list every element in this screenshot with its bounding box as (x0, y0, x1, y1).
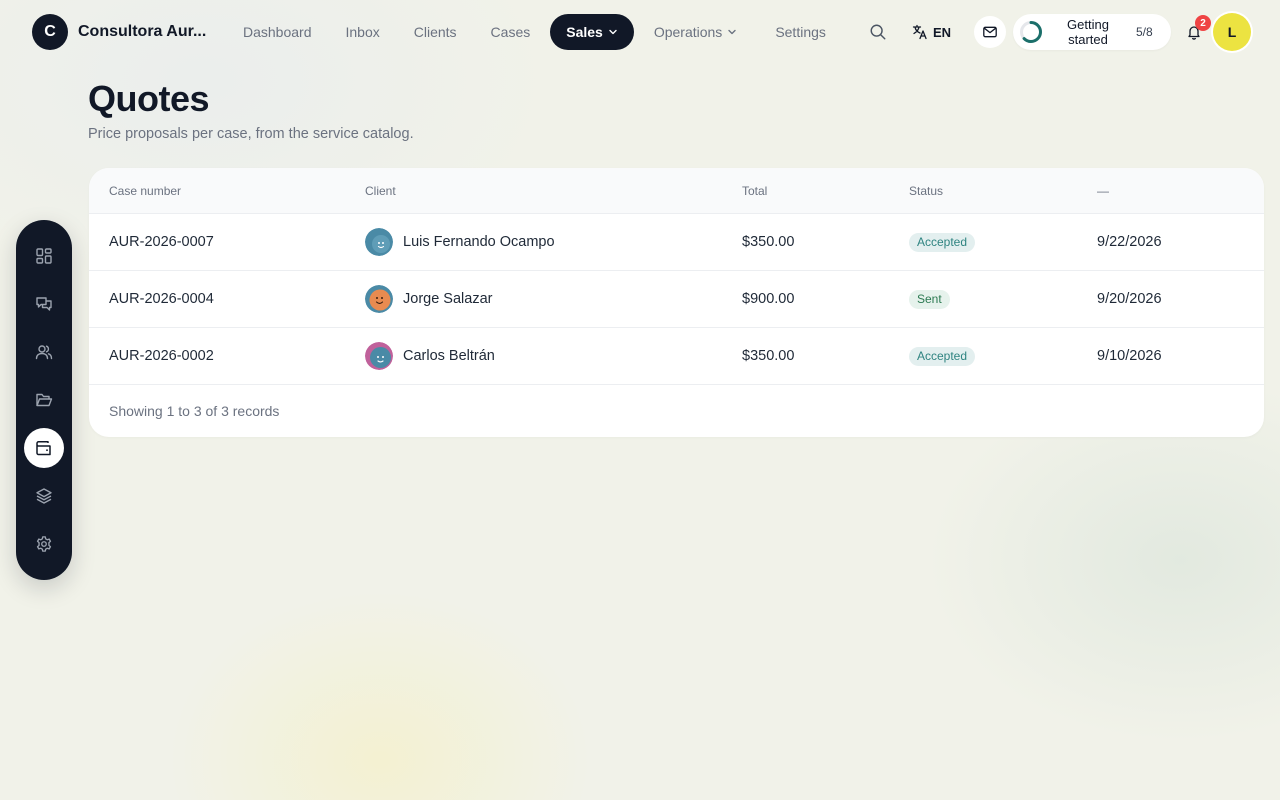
nav-item-cases[interactable]: Cases (474, 14, 548, 50)
client-avatar (365, 228, 393, 256)
rail-item-inbox[interactable] (24, 284, 64, 324)
column-header-date[interactable]: — (1097, 184, 1109, 198)
nav-item-label: Operations (653, 24, 723, 40)
pagination-summary: Showing 1 to 3 of 3 records (109, 403, 280, 419)
getting-started-count: 5/8 (1136, 25, 1153, 39)
client-cell: Carlos Beltrán (365, 328, 495, 384)
language-label: EN (933, 24, 952, 40)
status-badge: Accepted (909, 346, 976, 366)
status-badge: Sent (909, 289, 950, 309)
chevron-down-icon (608, 27, 618, 37)
dashboard-icon (36, 248, 52, 264)
table-row[interactable]: AUR-2026-0004 Jorge Salazar $900.00 Sent… (89, 271, 1264, 328)
table-header: Case number Client Total Status — (89, 168, 1264, 214)
getting-started-progress[interactable]: Getting started 5/8 (1013, 14, 1171, 50)
translate-icon (912, 24, 927, 40)
case-number-cell: AUR-2026-0007 (109, 234, 214, 250)
nav-item-clients[interactable]: Clients (397, 14, 474, 50)
rail-item-cases[interactable] (24, 380, 64, 420)
language-switcher[interactable]: EN (912, 20, 951, 44)
column-header-total[interactable]: Total (742, 184, 767, 198)
status-badge: Accepted (909, 232, 976, 252)
notification-count-badge: 2 (1195, 15, 1211, 31)
users-icon (35, 345, 53, 360)
layers-icon (36, 488, 52, 504)
side-rail (16, 220, 72, 580)
status-cell: Accepted (909, 328, 976, 384)
date-cell: 9/22/2026 (1097, 234, 1162, 250)
rail-item-dashboard[interactable] (24, 236, 64, 276)
client-avatar (365, 285, 393, 313)
case-number-cell: AUR-2026-0004 (109, 291, 214, 307)
rail-item-operations[interactable] (24, 476, 64, 516)
total-cell: $350.00 (742, 348, 795, 364)
quotes-table-card: Case number Client Total Status — AUR-20… (89, 168, 1264, 437)
search-button[interactable] (864, 18, 892, 46)
user-avatar[interactable]: L (1213, 13, 1251, 51)
client-cell: Jorge Salazar (365, 271, 492, 327)
main-nav: Dashboard Inbox Clients Cases Sales Oper… (226, 14, 843, 50)
column-header-client[interactable]: Client (365, 184, 396, 198)
client-name: Jorge Salazar (403, 291, 493, 307)
client-name: Carlos Beltrán (403, 348, 495, 364)
rail-item-sales[interactable] (24, 428, 64, 468)
mail-icon (983, 26, 997, 38)
nav-item-inbox[interactable]: Inbox (329, 14, 397, 50)
rail-item-settings[interactable] (24, 524, 64, 564)
client-avatar (365, 342, 393, 370)
brand[interactable]: C Consultora Aur... (32, 14, 206, 50)
getting-started-label: Getting started (1067, 17, 1109, 47)
table-row[interactable]: AUR-2026-0007 Luis Fernando Ocampo $350.… (89, 214, 1264, 271)
rail-item-clients[interactable] (24, 332, 64, 372)
chevron-down-icon (727, 27, 737, 37)
nav-item-settings[interactable]: Settings (758, 14, 843, 50)
total-cell: $900.00 (742, 291, 795, 307)
case-number-cell: AUR-2026-0002 (109, 348, 214, 364)
brand-logo: C (32, 14, 68, 50)
wallet-icon (36, 441, 51, 456)
date-cell: 9/20/2026 (1097, 291, 1162, 307)
table-row[interactable]: AUR-2026-0002 Carlos Beltrán $350.00 Acc… (89, 328, 1264, 385)
column-header-case-number[interactable]: Case number (109, 184, 181, 198)
column-header-status[interactable]: Status (909, 184, 943, 198)
top-bar: C Consultora Aur... Dashboard Inbox Clie… (0, 0, 1280, 62)
folder-icon (36, 393, 53, 407)
search-icon (870, 24, 886, 40)
total-cell: $350.00 (742, 234, 795, 250)
nav-item-dashboard[interactable]: Dashboard (226, 14, 329, 50)
client-cell: Luis Fernando Ocampo (365, 214, 555, 270)
progress-ring-icon (1020, 21, 1042, 43)
nav-item-sales[interactable]: Sales (550, 14, 634, 50)
nav-item-label: Sales (566, 24, 603, 40)
status-cell: Sent (909, 271, 950, 327)
brand-name: Consultora Aur... (78, 23, 206, 40)
date-cell: 9/10/2026 (1097, 348, 1162, 364)
mail-button[interactable] (974, 16, 1006, 48)
chat-icon (36, 297, 52, 311)
nav-item-operations[interactable]: Operations (637, 14, 754, 50)
page-title: Quotes (88, 78, 210, 119)
client-name: Luis Fernando Ocampo (403, 234, 555, 250)
page-subtitle: Price proposals per case, from the servi… (88, 126, 414, 142)
status-cell: Accepted (909, 214, 976, 270)
gear-icon (36, 536, 52, 552)
